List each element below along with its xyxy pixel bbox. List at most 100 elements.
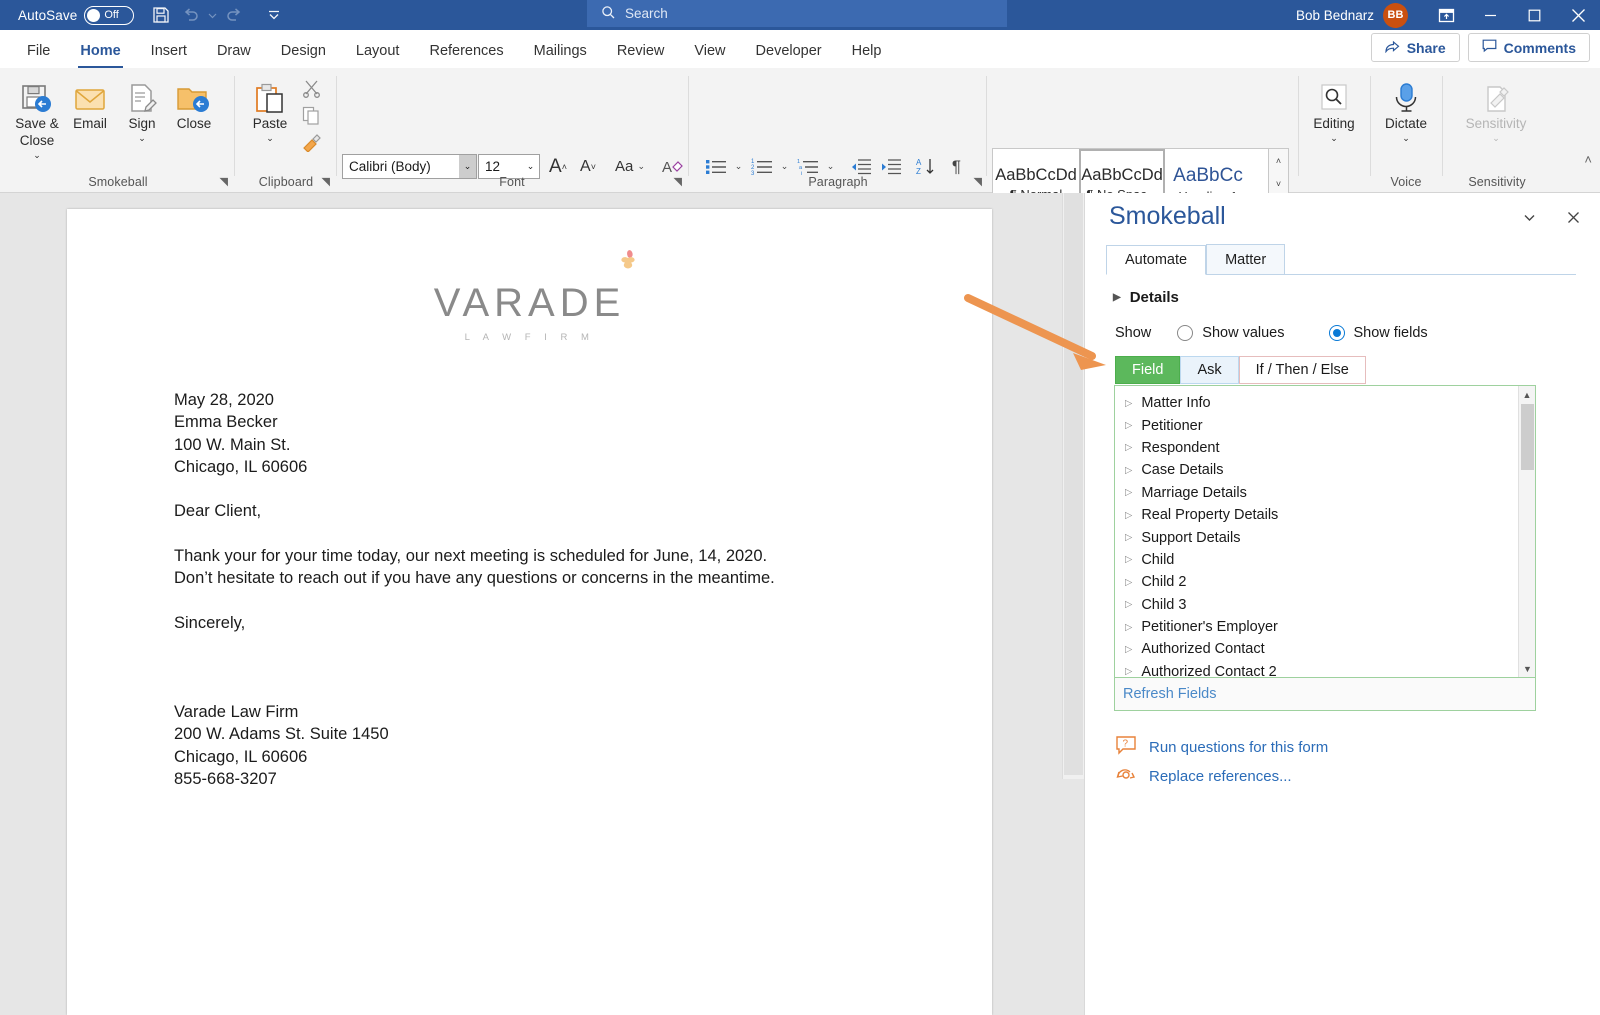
- field-item-real-property-details[interactable]: ▷ Real Property Details: [1125, 504, 1513, 526]
- chevron-down-icon[interactable]: ⌄: [6, 150, 68, 160]
- customize-quick-access-icon[interactable]: [259, 0, 289, 30]
- triangle-right-icon[interactable]: ▷: [1125, 398, 1132, 409]
- sensitivity-button[interactable]: Sensitivity ⌄: [1452, 74, 1540, 143]
- pane-close-icon[interactable]: [1563, 207, 1583, 227]
- chevron-down-icon[interactable]: ⌄: [1375, 133, 1437, 143]
- letter-line-city: Chicago, IL 60606: [174, 457, 308, 476]
- chevron-down-icon[interactable]: ⌄: [239, 133, 301, 143]
- tab-references[interactable]: References: [414, 35, 518, 68]
- tab-mailings[interactable]: Mailings: [519, 35, 602, 68]
- field-item-matter-info[interactable]: ▷ Matter Info: [1125, 392, 1513, 414]
- paste-button[interactable]: Paste ⌄: [239, 74, 301, 143]
- field-item-respondent[interactable]: ▷ Respondent: [1125, 437, 1513, 459]
- scroll-down-icon[interactable]: ▼: [1519, 660, 1535, 677]
- field-list-scrollbar-thumb[interactable]: [1521, 404, 1534, 470]
- refresh-fields-link[interactable]: Refresh Fields: [1123, 686, 1216, 702]
- close-document-button[interactable]: Close: [163, 74, 225, 133]
- autosave-switch[interactable]: Off: [84, 5, 135, 25]
- pane-options-chevron-icon[interactable]: [1519, 207, 1539, 227]
- dictate-button[interactable]: Dictate ⌄: [1375, 74, 1437, 143]
- field-item-authorized-contact-2[interactable]: ▷ Authorized Contact 2: [1125, 661, 1513, 677]
- close-button[interactable]: [1556, 0, 1600, 30]
- comments-button[interactable]: Comments: [1467, 33, 1590, 62]
- field-item-support-details[interactable]: ▷ Support Details: [1125, 526, 1513, 548]
- field-item-label: Child 2: [1141, 574, 1187, 591]
- triangle-right-icon[interactable]: ▷: [1125, 554, 1132, 565]
- avatar[interactable]: BB: [1383, 2, 1408, 28]
- minimize-button[interactable]: [1468, 0, 1512, 30]
- triangle-right-icon[interactable]: ▷: [1125, 442, 1132, 453]
- mode-if-then-else[interactable]: If / Then / Else: [1238, 356, 1366, 384]
- chevron-down-icon[interactable]: ⌄: [111, 133, 173, 143]
- field-item-marriage-details[interactable]: ▷ Marriage Details: [1125, 482, 1513, 504]
- undo-dropdown-icon[interactable]: [206, 0, 219, 30]
- field-item-child[interactable]: ▷ Child: [1125, 549, 1513, 571]
- triangle-right-icon[interactable]: ▷: [1125, 577, 1132, 588]
- tab-view[interactable]: View: [679, 35, 740, 68]
- clipboard-dialog-launcher[interactable]: ◥: [322, 175, 330, 188]
- replace-references-action[interactable]: Replace references...: [1115, 762, 1328, 791]
- field-item-petitioners-employer[interactable]: ▷ Petitioner's Employer: [1125, 616, 1513, 638]
- field-item-case-details[interactable]: ▷ Case Details: [1125, 459, 1513, 481]
- user-name[interactable]: Bob Bednarz: [1296, 8, 1374, 23]
- tab-design[interactable]: Design: [266, 35, 341, 68]
- chevron-down-icon[interactable]: ⌄: [1303, 133, 1365, 143]
- copy-icon[interactable]: [298, 103, 324, 127]
- triangle-right-icon[interactable]: ▷: [1125, 465, 1132, 476]
- triangle-right-icon[interactable]: ▷: [1125, 644, 1132, 655]
- chevron-down-icon[interactable]: ⌄: [1452, 133, 1540, 143]
- field-list-scrollbar[interactable]: ▲ ▼: [1518, 386, 1535, 677]
- ribbon-group-voice: Dictate ⌄ Voice: [1370, 68, 1442, 193]
- paragraph-dialog-launcher[interactable]: ◥: [974, 175, 982, 188]
- save-icon[interactable]: [146, 0, 176, 30]
- run-questions-action[interactable]: ? Run questions for this form: [1115, 733, 1328, 762]
- triangle-right-icon[interactable]: ▷: [1125, 532, 1132, 543]
- radio-show-values[interactable]: Show values: [1177, 325, 1285, 341]
- ribbon-display-options-icon[interactable]: [1424, 0, 1468, 30]
- field-item-authorized-contact[interactable]: ▷ Authorized Contact: [1125, 638, 1513, 660]
- document-page[interactable]: VARADE L A W F I R M May 28, 2020 Emma B…: [67, 209, 992, 1015]
- tab-developer[interactable]: Developer: [741, 35, 837, 68]
- tab-review[interactable]: Review: [602, 35, 680, 68]
- tab-home[interactable]: Home: [65, 35, 135, 68]
- smokeball-dialog-launcher[interactable]: ◥: [220, 175, 228, 188]
- autosave-toggle[interactable]: AutoSave Off: [18, 5, 135, 25]
- triangle-right-icon[interactable]: ▷: [1125, 599, 1132, 610]
- share-button[interactable]: Share: [1370, 33, 1460, 62]
- maximize-button[interactable]: [1512, 0, 1556, 30]
- font-dialog-launcher[interactable]: ◥: [674, 175, 682, 188]
- redo-icon[interactable]: [219, 0, 249, 30]
- triangle-right-icon[interactable]: ▷: [1125, 666, 1132, 677]
- field-item-petitioner[interactable]: ▷ Petitioner: [1125, 414, 1513, 436]
- triangle-right-icon[interactable]: ▷: [1125, 487, 1132, 498]
- document-scrollbar[interactable]: [1062, 193, 1084, 779]
- undo-icon[interactable]: [176, 0, 206, 30]
- triangle-right-icon[interactable]: ▷: [1125, 622, 1132, 633]
- field-tree-list[interactable]: ▷ Matter Info ▷ Petitioner ▷ Respondent ▷ Ca…: [1114, 385, 1536, 678]
- tab-insert[interactable]: Insert: [136, 35, 202, 68]
- mode-field[interactable]: Field: [1115, 356, 1181, 384]
- cut-scissors-icon[interactable]: [298, 76, 324, 100]
- scroll-up-icon[interactable]: ▲: [1519, 386, 1535, 403]
- mode-ask[interactable]: Ask: [1180, 356, 1239, 384]
- collapse-ribbon-icon[interactable]: ˄: [1584, 152, 1592, 167]
- style-scroll-up-icon[interactable]: ˄: [1269, 149, 1288, 172]
- format-painter-icon[interactable]: [298, 130, 324, 154]
- search-box[interactable]: Search: [587, 0, 1007, 27]
- tab-help[interactable]: Help: [837, 35, 897, 68]
- field-item-child-3[interactable]: ▷ Child 3: [1125, 594, 1513, 616]
- radio-show-fields[interactable]: Show fields: [1328, 325, 1428, 341]
- tab-automate[interactable]: Automate: [1106, 245, 1207, 275]
- triangle-right-icon[interactable]: ▷: [1125, 510, 1132, 521]
- tab-layout[interactable]: Layout: [341, 35, 415, 68]
- details-section-header[interactable]: ▶ Details: [1113, 289, 1179, 306]
- tab-draw[interactable]: Draw: [202, 35, 266, 68]
- triangle-right-icon[interactable]: ▷: [1125, 420, 1132, 431]
- editing-button[interactable]: Editing ⌄: [1303, 74, 1365, 143]
- tab-file[interactable]: File: [12, 35, 65, 68]
- letter-body[interactable]: May 28, 2020 Emma Becker 100 W. Main St.…: [174, 389, 934, 790]
- field-item-child-2[interactable]: ▷ Child 2: [1125, 571, 1513, 593]
- document-scrollbar-thumb[interactable]: [1064, 193, 1083, 775]
- tab-matter[interactable]: Matter: [1206, 244, 1286, 274]
